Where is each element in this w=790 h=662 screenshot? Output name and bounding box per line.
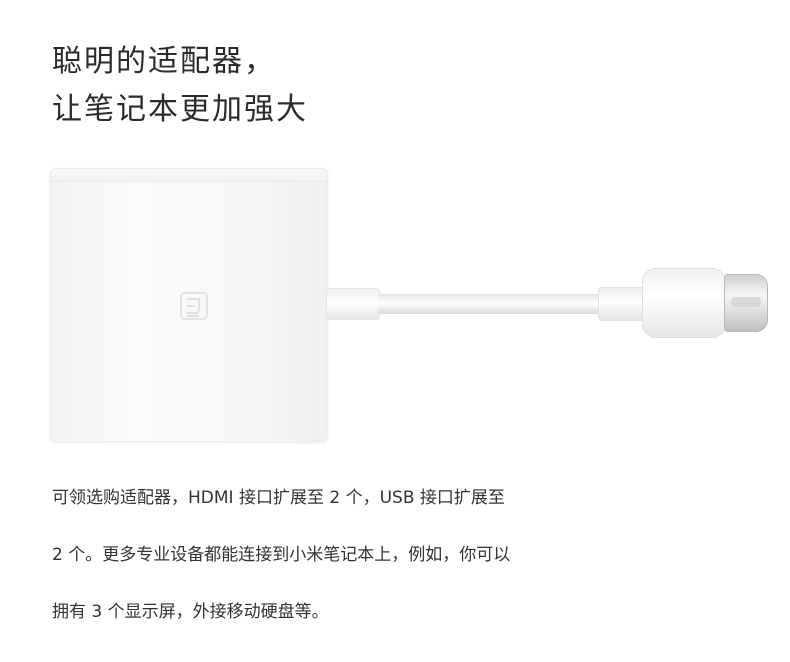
- headline: 聪明的适配器， 让笔记本更加强大: [52, 38, 308, 134]
- description-line-2: 2 个。更多专业设备都能连接到小米笔记本上，例如，你可以: [52, 545, 511, 565]
- usb-c-cable: [378, 294, 600, 314]
- adapter-body: [50, 168, 328, 442]
- headline-line-2: 让笔记本更加强大: [52, 92, 308, 127]
- mi-logo-icon: [180, 292, 208, 320]
- usb-c-connector-icon: [724, 274, 768, 332]
- headline-line-1: 聪明的适配器，: [52, 44, 276, 79]
- product-description: 可领选购适配器，HDMI 接口扩展至 2 个，USB 接口扩展至 2 个。更多专…: [52, 470, 752, 641]
- adapter-product-image: [48, 160, 772, 450]
- usb-c-plug-housing: [642, 268, 726, 338]
- description-line-3: 拥有 3 个显示屏，外接移动硬盘等。: [52, 602, 329, 622]
- cable-strain-relief-left: [326, 288, 380, 320]
- cable-strain-relief-right: [598, 287, 646, 321]
- description-line-1: 可领选购适配器，HDMI 接口扩展至 2 个，USB 接口扩展至: [52, 488, 505, 508]
